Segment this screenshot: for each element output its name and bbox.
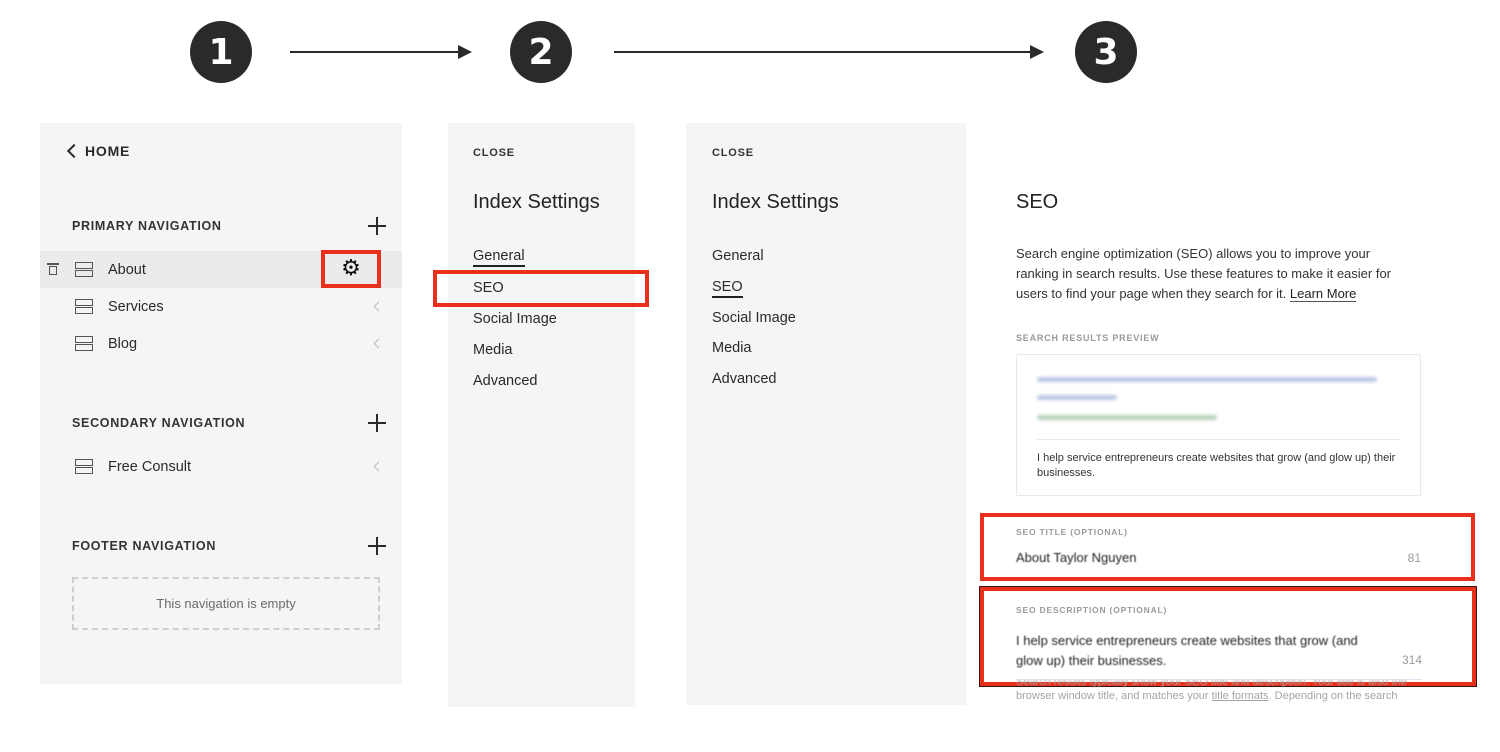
page-icon <box>75 335 93 352</box>
chevron-left-icon[interactable] <box>373 461 384 472</box>
index-settings-panel-step3: CLOSE Index Settings General SEO Social … <box>686 123 966 705</box>
nav-item-label: Services <box>108 298 164 315</box>
step-2-marker: 2 <box>510 21 572 83</box>
nav-item-label: Blog <box>108 335 138 352</box>
trash-icon[interactable] <box>47 263 59 275</box>
seo-description-input[interactable]: I help service entrepreneurs create webs… <box>1016 631 1376 671</box>
title-formats-link[interactable]: title formats <box>1212 690 1269 702</box>
step-3-marker: 3 <box>1075 21 1137 83</box>
settings-tab-advanced[interactable]: Advanced <box>712 371 777 387</box>
seo-tab-highlight <box>433 270 649 307</box>
search-preview-label: SEARCH RESULTS PREVIEW <box>1016 333 1160 343</box>
preview-url-redacted <box>1037 415 1217 420</box>
nav-item-blog[interactable]: Blog <box>40 325 402 362</box>
seo-description-char-count: 314 <box>1401 653 1422 667</box>
nav-item-label: Free Consult <box>108 458 192 475</box>
seo-title-char-count: 81 <box>1407 551 1421 565</box>
learn-more-link[interactable]: Learn More <box>1289 286 1357 302</box>
seo-heading: SEO <box>1016 191 1059 213</box>
helper-line-2-start: browser window title, and matches your <box>1016 690 1212 702</box>
settings-tab-advanced[interactable]: Advanced <box>473 373 538 389</box>
seo-description-label: SEO DESCRIPTION (OPTIONAL) <box>1016 605 1168 615</box>
gear-icon: ⚙ <box>341 256 361 281</box>
footer-navigation-title: FOOTER NAVIGATION <box>72 539 217 553</box>
preview-divider <box>1037 439 1400 440</box>
settings-tab-media[interactable]: Media <box>712 340 752 356</box>
step-1-marker: 1 <box>190 21 252 83</box>
close-button[interactable]: CLOSE <box>473 147 515 159</box>
search-results-preview: I help service entrepreneurs create webs… <box>1016 354 1421 496</box>
preview-title-redacted <box>1037 395 1117 400</box>
settings-tab-general[interactable]: General <box>712 248 764 264</box>
close-button[interactable]: CLOSE <box>712 147 754 159</box>
secondary-navigation-title: SECONDARY NAVIGATION <box>72 416 246 430</box>
navigation-panel: HOME PRIMARY NAVIGATION About Services B… <box>40 123 402 684</box>
settings-tab-general[interactable]: General <box>473 248 525 267</box>
chevron-left-icon[interactable] <box>373 338 384 349</box>
arrow-1-to-2 <box>290 45 472 59</box>
nav-item-label: About <box>108 261 146 278</box>
settings-tab-media[interactable]: Media <box>473 342 513 358</box>
index-settings-panel-step2: CLOSE Index Settings General SEO Social … <box>448 123 635 707</box>
arrow-2-to-3 <box>614 45 1044 59</box>
add-footer-nav-button[interactable] <box>368 537 386 555</box>
seo-helper-text: Search results typically show your SEO t… <box>1016 680 1426 704</box>
page-settings-button[interactable]: ⚙ <box>321 250 381 288</box>
seo-title-label: SEO TITLE (OPTIONAL) <box>1016 527 1128 537</box>
home-label: HOME <box>85 143 131 159</box>
add-secondary-nav-button[interactable] <box>368 414 386 432</box>
settings-title: Index Settings <box>473 191 600 213</box>
footer-empty-dropzone: This navigation is empty <box>72 577 380 630</box>
preview-description: I help service entrepreneurs create webs… <box>1037 452 1396 479</box>
seo-description-field[interactable]: SEO DESCRIPTION (OPTIONAL) I help servic… <box>980 587 1476 686</box>
page-icon <box>75 298 93 315</box>
preview-title-redacted <box>1037 377 1377 382</box>
settings-tab-seo[interactable]: SEO <box>712 279 743 298</box>
page-icon <box>75 458 93 475</box>
settings-tab-social-image[interactable]: Social Image <box>712 310 796 326</box>
add-primary-nav-button[interactable] <box>368 217 386 235</box>
settings-tab-social-image[interactable]: Social Image <box>473 311 557 327</box>
helper-line-1: Search results typically show your SEO t… <box>1016 680 1407 688</box>
helper-line-2-end: . Depending on the search <box>1268 690 1398 702</box>
seo-title-input[interactable]: About Taylor Nguyen <box>1016 550 1136 565</box>
page-icon <box>75 261 93 278</box>
seo-intro-text: Search engine optimization (SEO) allows … <box>1016 244 1416 304</box>
primary-navigation-title: PRIMARY NAVIGATION <box>72 219 222 233</box>
nav-item-free-consult[interactable]: Free Consult <box>40 448 402 485</box>
seo-title-field[interactable]: SEO TITLE (OPTIONAL) About Taylor Nguyen… <box>980 513 1475 581</box>
nav-item-services[interactable]: Services <box>40 288 402 325</box>
settings-title: Index Settings <box>712 191 839 213</box>
chevron-left-icon[interactable] <box>373 301 384 312</box>
home-back-link[interactable]: HOME <box>66 143 130 159</box>
chevron-left-icon <box>66 143 82 159</box>
